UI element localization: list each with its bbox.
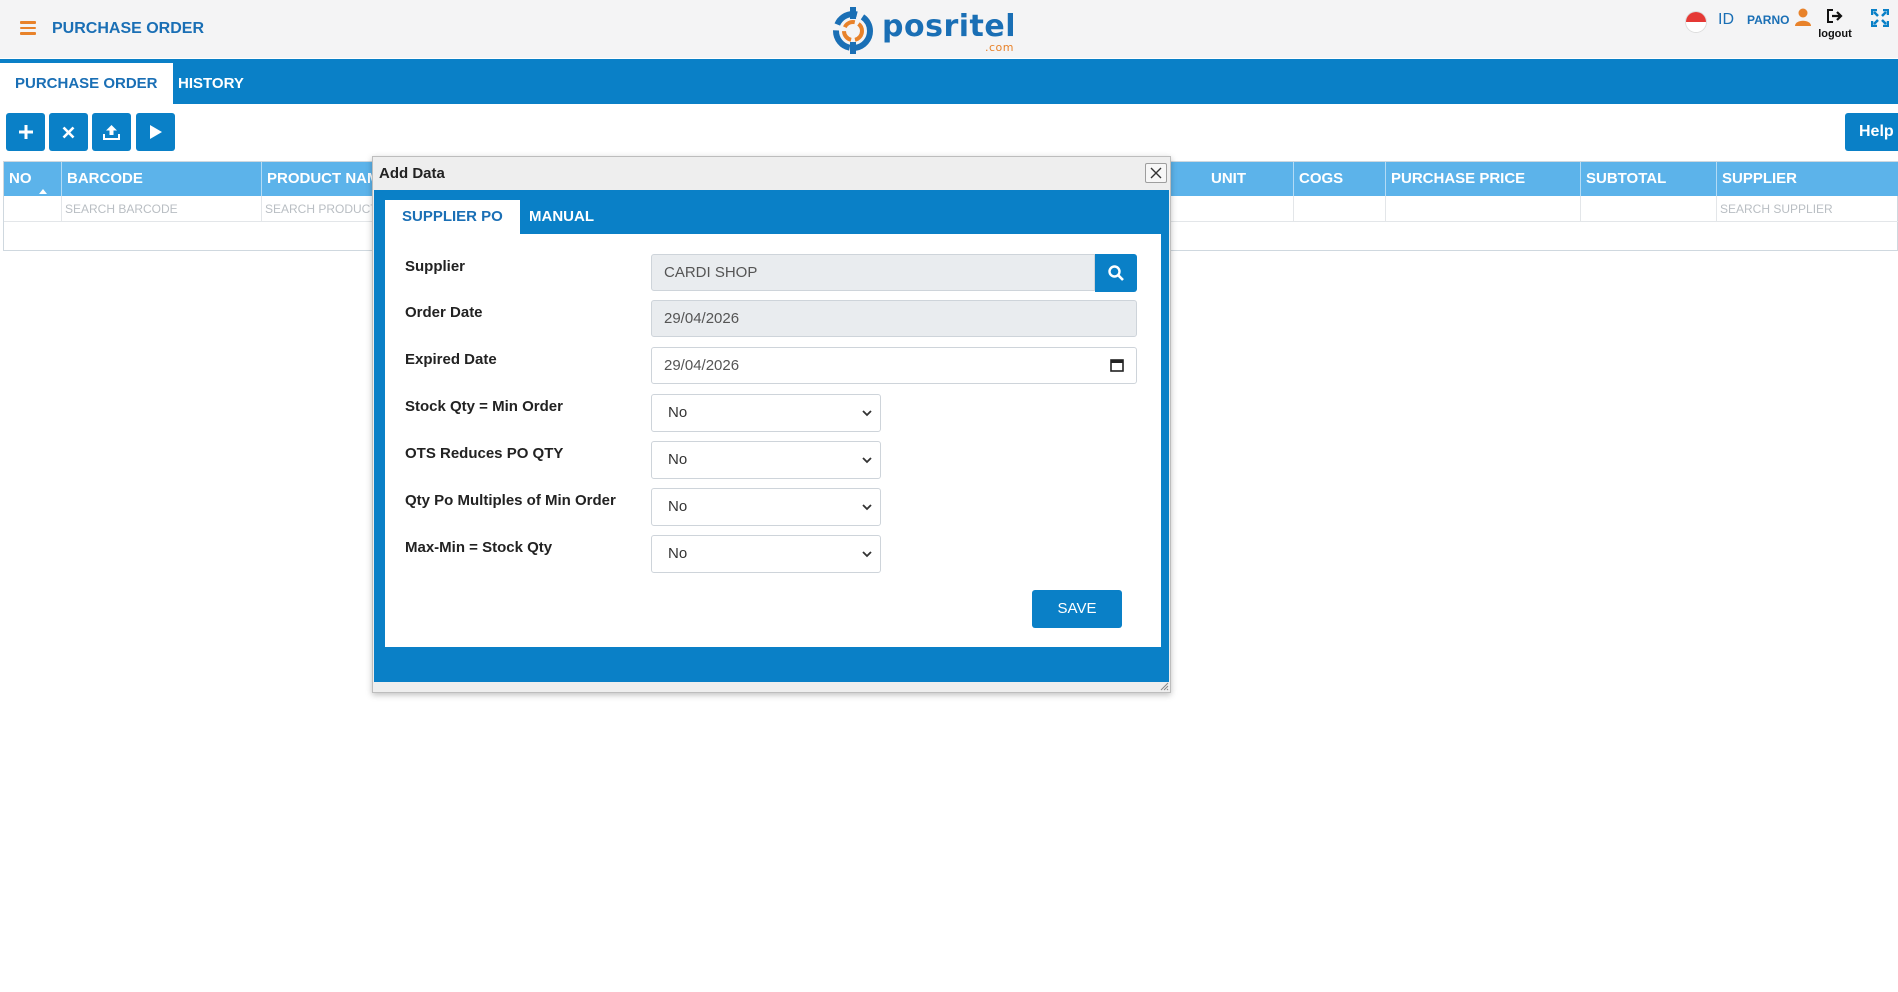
chevron-down-icon bbox=[862, 457, 872, 464]
logout-label: logout bbox=[1818, 28, 1852, 40]
column-header-supplier[interactable]: SUPPLIER bbox=[1717, 162, 1898, 196]
filter-cell-subtotal bbox=[1581, 196, 1717, 222]
help-button[interactable]: Help bbox=[1845, 113, 1898, 151]
tab-manual[interactable]: MANUAL bbox=[512, 200, 611, 234]
search-icon bbox=[1108, 265, 1124, 281]
order-date-label: Order Date bbox=[405, 304, 483, 321]
user-icon[interactable] bbox=[1795, 8, 1811, 26]
ots-reduces-po-qty-value: No bbox=[668, 451, 688, 468]
barcode-search-input[interactable] bbox=[62, 196, 261, 221]
filter-cell-purchase-price bbox=[1386, 196, 1581, 222]
delete-button[interactable] bbox=[49, 113, 88, 151]
ots-reduces-po-qty-label: OTS Reduces PO QTY bbox=[405, 445, 564, 462]
order-date-field: 29/04/2026 bbox=[651, 300, 1137, 337]
tab-history[interactable]: HISTORY bbox=[163, 63, 259, 104]
indonesia-flag-icon[interactable] bbox=[1686, 12, 1706, 32]
process-button[interactable] bbox=[136, 113, 175, 151]
main-tabs: PURCHASE ORDER HISTORY bbox=[0, 59, 1898, 104]
resize-handle-icon[interactable] bbox=[1159, 681, 1169, 691]
stock-qty-min-order-label: Stock Qty = Min Order bbox=[405, 398, 563, 415]
chevron-down-icon bbox=[862, 410, 872, 417]
app-logo: posritel .com bbox=[826, 4, 1016, 54]
add-data-dialog: Add Data SUPPLIER PO MANUAL Supplier CAR… bbox=[372, 156, 1171, 693]
filter-cell-unit bbox=[1206, 196, 1294, 222]
page-title: PURCHASE ORDER bbox=[52, 20, 205, 37]
filter-cell-product bbox=[262, 196, 382, 222]
top-header: PURCHASE ORDER posritel .com ID PARNO lo… bbox=[0, 0, 1898, 58]
plus-icon bbox=[18, 125, 33, 139]
upload-button[interactable] bbox=[92, 113, 131, 151]
expired-date-label: Expired Date bbox=[405, 351, 497, 368]
chevron-down-icon bbox=[862, 551, 872, 558]
username-label: PARNO bbox=[1747, 13, 1790, 27]
logout-button[interactable]: logout bbox=[1816, 9, 1854, 40]
supplier-search-button[interactable] bbox=[1095, 254, 1137, 292]
ots-reduces-po-qty-select[interactable]: No bbox=[651, 441, 881, 479]
sort-caret-icon bbox=[39, 189, 47, 194]
fullscreen-icon[interactable] bbox=[1871, 9, 1889, 27]
column-header-product-name[interactable]: PRODUCT NAME bbox=[262, 162, 382, 196]
filter-cell-supplier bbox=[1717, 196, 1898, 222]
column-header-subtotal[interactable]: SUBTOTAL bbox=[1581, 162, 1717, 196]
qty-po-multiples-label: Qty Po Multiples of Min Order bbox=[405, 492, 616, 509]
stock-qty-min-order-select[interactable]: No bbox=[651, 394, 881, 432]
play-icon bbox=[149, 125, 162, 139]
max-min-stock-qty-select[interactable]: No bbox=[651, 535, 881, 573]
supplier-field[interactable]: CARDI SHOP bbox=[651, 254, 1095, 291]
filter-cell-cogs bbox=[1294, 196, 1386, 222]
upload-icon bbox=[103, 125, 120, 140]
max-min-stock-qty-value: No bbox=[668, 545, 688, 562]
tab-purchase-order[interactable]: PURCHASE ORDER bbox=[0, 63, 173, 104]
column-header-no[interactable]: NO bbox=[4, 162, 62, 196]
expired-date-input[interactable]: 29/04/2026 bbox=[651, 347, 1137, 384]
language-switch[interactable]: ID bbox=[1718, 11, 1734, 29]
max-min-stock-qty-label: Max-Min = Stock Qty bbox=[405, 539, 553, 556]
column-header-purchase-price[interactable]: PURCHASE PRICE bbox=[1386, 162, 1581, 196]
supplier-po-form: Supplier CARDI SHOP Order Date 29/04/202… bbox=[385, 234, 1161, 647]
save-button[interactable]: SAVE bbox=[1032, 590, 1122, 628]
column-header-unit[interactable]: UNIT bbox=[1206, 162, 1294, 196]
hamburger-icon[interactable] bbox=[20, 21, 36, 35]
column-header-barcode[interactable]: BARCODE bbox=[62, 162, 262, 196]
logo-mark-icon bbox=[833, 7, 873, 54]
close-icon bbox=[1150, 167, 1162, 179]
supplier-search-input[interactable] bbox=[1717, 196, 1898, 221]
logout-icon bbox=[1827, 9, 1843, 23]
product-search-input[interactable] bbox=[262, 196, 381, 221]
supplier-label: Supplier bbox=[405, 258, 466, 275]
qty-po-multiples-value: No bbox=[668, 498, 688, 515]
dialog-title: Add Data bbox=[379, 165, 445, 182]
tab-supplier-po[interactable]: SUPPLIER PO bbox=[385, 200, 520, 234]
dialog-close-button[interactable] bbox=[1145, 163, 1167, 183]
qty-po-multiples-select[interactable]: No bbox=[651, 488, 881, 526]
dialog-body: SUPPLIER PO MANUAL Supplier CARDI SHOP O… bbox=[374, 190, 1169, 682]
logo-suffix: .com bbox=[985, 40, 1014, 54]
close-icon bbox=[62, 126, 75, 138]
filter-cell-barcode bbox=[62, 196, 262, 222]
logo-wordmark: posritel bbox=[882, 8, 1016, 44]
filter-cell-no bbox=[4, 196, 62, 222]
add-button[interactable] bbox=[6, 113, 45, 151]
stock-qty-min-order-value: No bbox=[668, 404, 688, 421]
calendar-icon[interactable] bbox=[1110, 358, 1124, 372]
column-header-cogs[interactable]: COGS bbox=[1294, 162, 1386, 196]
chevron-down-icon bbox=[862, 504, 872, 511]
logo-text: posritel .com bbox=[882, 8, 1016, 54]
expired-date-value: 29/04/2026 bbox=[664, 357, 740, 374]
